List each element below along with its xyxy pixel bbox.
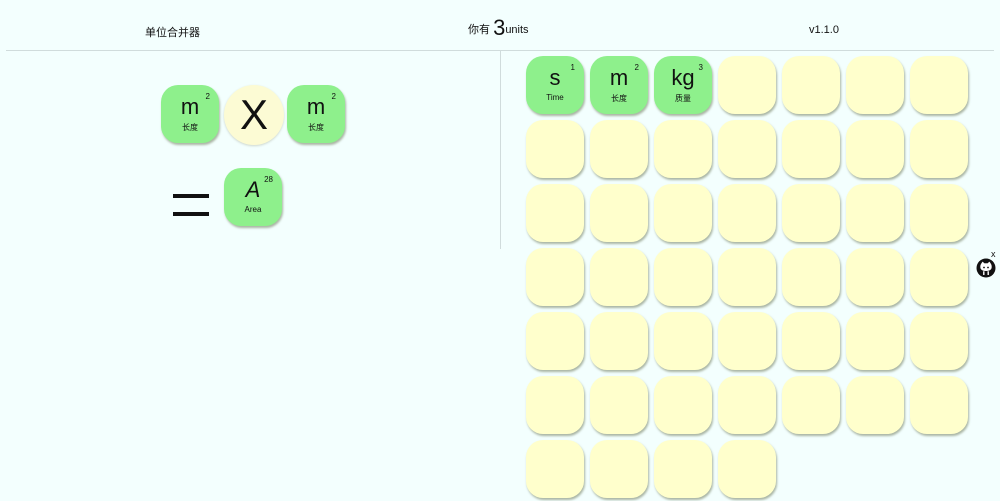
empty-slot[interactable]: [526, 312, 584, 370]
empty-slot[interactable]: [590, 440, 648, 498]
multiply-operator[interactable]: X: [224, 85, 284, 145]
empty-slot[interactable]: [910, 120, 968, 178]
empty-slot[interactable]: [846, 56, 904, 114]
unit-label: 质量: [675, 94, 691, 103]
empty-slot[interactable]: [526, 184, 584, 242]
empty-slot[interactable]: [654, 312, 712, 370]
unit-tile[interactable]: kg 3 质量: [654, 56, 712, 114]
unit-count-prefix: 你有: [468, 24, 490, 36]
empty-slot[interactable]: [526, 376, 584, 434]
empty-slot[interactable]: [910, 248, 968, 306]
empty-slot[interactable]: [718, 440, 776, 498]
header-bar: 单位合并器 你有 3units v1.1.0: [0, 0, 1000, 50]
empty-slot[interactable]: [590, 120, 648, 178]
empty-slot[interactable]: [590, 248, 648, 306]
empty-slot[interactable]: [654, 248, 712, 306]
empty-slot[interactable]: [590, 376, 648, 434]
empty-slot[interactable]: [526, 248, 584, 306]
result-tile[interactable]: A 28 Area: [224, 168, 282, 226]
unit-symbol: m: [609, 65, 629, 90]
operand-b-symbol: m: [306, 94, 326, 119]
operand-b-exponent: 2: [331, 92, 336, 101]
empty-slot[interactable]: [718, 376, 776, 434]
empty-slot[interactable]: [654, 120, 712, 178]
empty-slot[interactable]: [526, 120, 584, 178]
unit-label: Time: [546, 93, 564, 102]
unit-exponent: 2: [634, 63, 639, 72]
empty-slot[interactable]: [910, 56, 968, 114]
unit-symbol: s: [549, 65, 561, 90]
panel-divider: [500, 51, 501, 249]
unit-label: 长度: [611, 94, 627, 103]
multiply-icon: X: [239, 91, 268, 138]
empty-slot[interactable]: [846, 184, 904, 242]
operand-a-tile[interactable]: m 2 长度: [161, 85, 219, 143]
empty-slot[interactable]: [782, 56, 840, 114]
empty-slot[interactable]: [782, 248, 840, 306]
unit-tile[interactable]: m 2 长度: [590, 56, 648, 114]
empty-slot[interactable]: [654, 376, 712, 434]
empty-slot[interactable]: [782, 184, 840, 242]
empty-slot[interactable]: [718, 184, 776, 242]
empty-slot[interactable]: [654, 184, 712, 242]
equals-icon: [173, 194, 209, 218]
unit-count: 你有 3units: [468, 15, 529, 41]
empty-slot[interactable]: [846, 376, 904, 434]
operand-b-tile[interactable]: m 2 长度: [287, 85, 345, 143]
unit-exponent: 1: [570, 63, 575, 72]
operand-a-exponent: 2: [205, 92, 210, 101]
result-label: Area: [244, 205, 262, 214]
unit-count-value: 3: [493, 15, 506, 40]
empty-slot[interactable]: [718, 120, 776, 178]
unit-tile[interactable]: s 1 Time: [526, 56, 584, 114]
empty-slot[interactable]: [782, 120, 840, 178]
close-icon[interactable]: x: [991, 250, 996, 259]
empty-slot[interactable]: [718, 248, 776, 306]
empty-slot[interactable]: [654, 440, 712, 498]
empty-slot[interactable]: [590, 312, 648, 370]
unit-count-suffix: units: [505, 24, 529, 36]
empty-slot[interactable]: [718, 56, 776, 114]
empty-slot[interactable]: [526, 440, 584, 498]
empty-slot[interactable]: [846, 120, 904, 178]
unit-symbol: kg: [671, 65, 695, 90]
result-symbol: A: [245, 177, 261, 202]
empty-slot[interactable]: [846, 312, 904, 370]
operand-a-label: 长度: [182, 123, 198, 132]
empty-slot[interactable]: [910, 184, 968, 242]
empty-slot[interactable]: [910, 312, 968, 370]
github-icon[interactable]: [976, 258, 996, 278]
empty-slot[interactable]: [590, 184, 648, 242]
version-label: v1.1.0: [809, 24, 839, 36]
result-exponent: 28: [264, 175, 273, 184]
empty-slot[interactable]: [846, 248, 904, 306]
operand-b-label: 长度: [308, 123, 324, 132]
operand-a-symbol: m: [180, 94, 200, 119]
empty-slot[interactable]: [782, 312, 840, 370]
empty-slot[interactable]: [718, 312, 776, 370]
unit-exponent: 3: [698, 63, 703, 72]
app-title: 单位合并器: [145, 27, 200, 39]
empty-slot[interactable]: [782, 376, 840, 434]
empty-slot[interactable]: [910, 376, 968, 434]
